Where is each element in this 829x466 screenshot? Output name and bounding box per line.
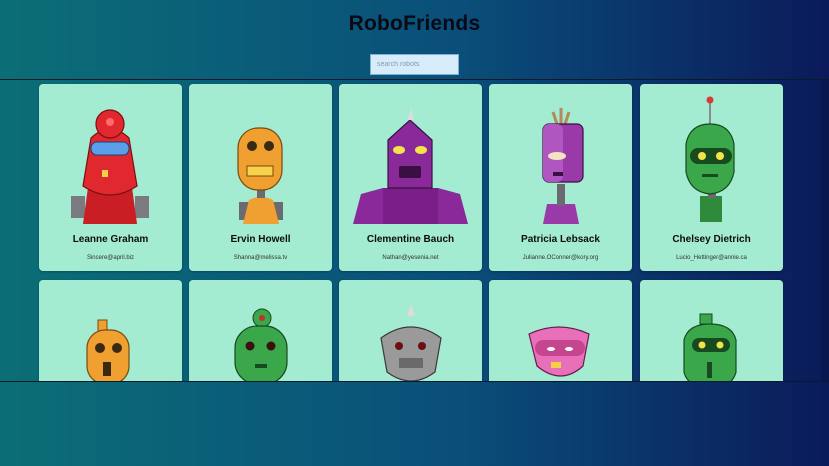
orange-robot-icon <box>86 319 130 381</box>
robot-name: Chelsey Dietrich <box>672 234 751 245</box>
robot-card[interactable] <box>640 280 783 381</box>
search-input[interactable] <box>370 54 459 75</box>
red-robot-icon <box>71 109 149 224</box>
robot-card[interactable]: Leanne Graham Sincere@april.biz <box>39 84 182 271</box>
green-robot-icon <box>685 96 735 222</box>
orange-robot-icon <box>237 127 283 224</box>
robot-card[interactable]: Chelsey Dietrich Lucio_Hettinger@annie.c… <box>640 84 783 271</box>
robot-card[interactable] <box>489 280 632 381</box>
robot-email: Julianne.OConner@kory.org <box>522 255 599 261</box>
card-list[interactable]: Leanne Graham Sincere@april.biz Ervin Ho… <box>0 79 829 382</box>
robot-card[interactable] <box>189 280 332 381</box>
robot-card[interactable]: Clementine Bauch Nathan@yesenia.net <box>339 84 482 271</box>
green-robot-icon <box>234 308 288 381</box>
green-robot-icon <box>683 313 737 381</box>
robot-card[interactable] <box>339 280 482 381</box>
robot-card[interactable] <box>39 280 182 381</box>
robot-email: Shanna@melissa.tv <box>233 255 288 261</box>
purple-robot-icon <box>542 108 584 224</box>
robot-card[interactable]: Patricia Lebsack Julianne.OConner@kory.o… <box>489 84 632 271</box>
page-title: RoboFriends <box>348 12 481 35</box>
robot-email: Lucio_Hettinger@annie.ca <box>676 255 747 261</box>
robot-name: Clementine Bauch <box>366 234 455 245</box>
robot-name: Leanne Graham <box>72 234 149 245</box>
robot-name: Patricia Lebsack <box>521 234 600 245</box>
purple-robot-icon <box>353 108 468 224</box>
robot-email: Sincere@april.biz <box>86 255 135 261</box>
robot-name: Ervin Howell <box>230 234 291 245</box>
robot-card[interactable]: Ervin Howell Shanna@melissa.tv <box>189 84 332 271</box>
scrollbar[interactable] <box>821 80 829 381</box>
robot-email: Nathan@yesenia.net <box>382 255 439 261</box>
pink-robot-icon <box>528 326 590 377</box>
gray-robot-icon <box>380 304 442 381</box>
